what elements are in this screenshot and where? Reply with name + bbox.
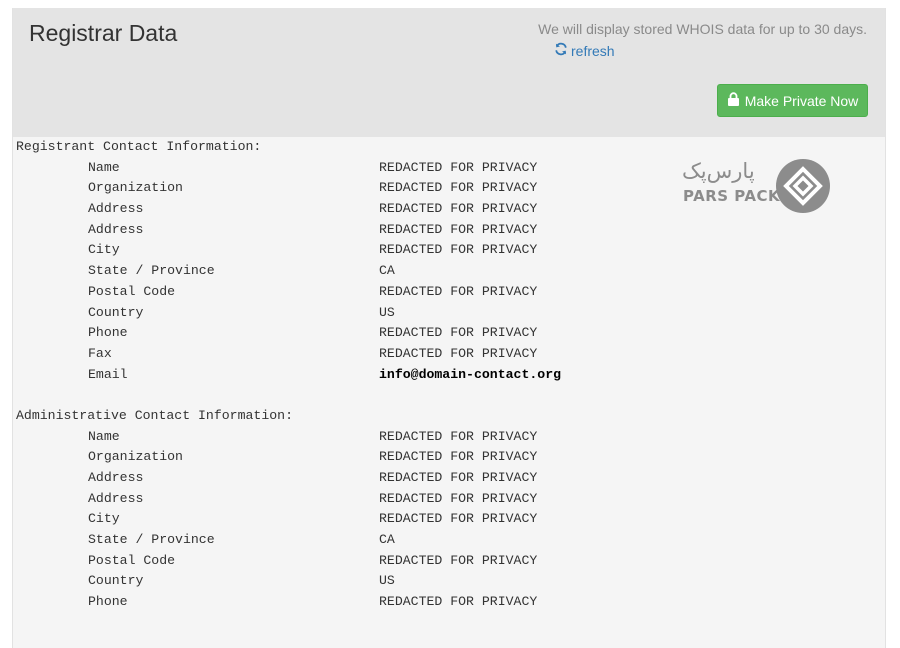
registrant-section-heading: Registrant Contact Information:: [16, 139, 262, 154]
whois-row: Country US: [16, 303, 561, 324]
field-value: REDACTED FOR PRIVACY: [379, 201, 538, 217]
field-value: CA: [379, 263, 395, 279]
pars-pack-logo: پارس‌پک PARS PACK: [670, 157, 830, 217]
field-label: State / Province: [88, 532, 215, 548]
field-label: Name: [88, 159, 120, 175]
field-label: Postal Code: [88, 552, 176, 568]
refresh-link[interactable]: refresh: [554, 42, 615, 59]
field-value: REDACTED FOR PRIVACY: [379, 511, 538, 527]
administrative-contact-list: Name REDACTED FOR PRIVACY Organization REDA…: [16, 427, 561, 613]
field-label: City: [88, 511, 120, 527]
field-value: REDACTED FOR PRIVACY: [379, 428, 538, 444]
whois-row: Address REDACTED FOR PRIVACY: [16, 199, 561, 220]
field-label: Email: [88, 366, 128, 382]
field-value: REDACTED FOR PRIVACY: [379, 490, 538, 506]
whois-row: Postal Code REDACTED FOR PRIVACY: [16, 551, 561, 572]
field-label: Organization: [88, 180, 183, 196]
field-value: REDACTED FOR PRIVACY: [379, 470, 538, 485]
whois-row: Email info@domain-contact.org: [16, 365, 561, 386]
panel-header: Registrar Data We will display stored WH…: [13, 8, 885, 137]
field-label: Country: [88, 304, 144, 320]
whois-row: Organization REDACTED FOR PRIVACY: [16, 447, 561, 468]
make-private-label: Make Private Now: [744, 92, 859, 109]
field-label: Address: [88, 201, 144, 217]
whois-row: City REDACTED FOR PRIVACY: [16, 509, 561, 530]
email-value[interactable]: info@domain-contact.org: [379, 365, 561, 386]
whois-row: Fax REDACTED FOR PRIVACY: [16, 344, 561, 365]
field-value: US: [379, 573, 395, 589]
field-label: City: [88, 242, 120, 258]
pars-pack-logo-icon: [776, 159, 830, 213]
field-value: CA: [379, 532, 395, 548]
whois-row: Address REDACTED FOR PRIVACY: [16, 220, 561, 241]
whois-row: Address REDACTED FOR PRIVACY: [16, 468, 561, 489]
field-label: Address: [88, 470, 144, 485]
field-label: Name: [88, 428, 120, 444]
field-value: REDACTED FOR PRIVACY: [379, 180, 538, 196]
field-label: Phone: [88, 594, 128, 610]
whois-row: Postal Code REDACTED FOR PRIVACY: [16, 282, 561, 303]
whois-row: Country US: [16, 571, 561, 592]
whois-row: Address REDACTED FOR PRIVACY: [16, 489, 561, 510]
whois-row: Name REDACTED FOR PRIVACY: [16, 158, 561, 179]
field-label: Address: [88, 221, 144, 237]
field-value: REDACTED FOR PRIVACY: [379, 345, 538, 361]
field-label: Organization: [88, 449, 183, 465]
refresh-icon: [554, 42, 568, 59]
field-label: Phone: [88, 325, 128, 341]
field-value: REDACTED FOR PRIVACY: [379, 594, 538, 610]
registrant-contact-list: Name REDACTED FOR PRIVACY Organization REDA…: [16, 158, 561, 386]
field-value: REDACTED FOR PRIVACY: [379, 325, 538, 341]
field-label: Address: [88, 490, 144, 506]
whois-row: State / Province CA: [16, 530, 561, 551]
page-title: Registrar Data: [29, 20, 178, 46]
logo-text-english: PARS PACK: [683, 187, 781, 205]
field-label: State / Province: [88, 263, 215, 279]
logo-text-persian: پارس‌پک: [682, 159, 755, 183]
whois-row: City REDACTED FOR PRIVACY: [16, 240, 561, 261]
field-value: REDACTED FOR PRIVACY: [379, 242, 538, 258]
whois-row: Phone REDACTED FOR PRIVACY: [16, 592, 561, 613]
field-label: Postal Code: [88, 283, 176, 299]
whois-row: State / Province CA: [16, 261, 561, 282]
field-value: REDACTED FOR PRIVACY: [379, 283, 538, 299]
field-label: Country: [88, 573, 144, 589]
field-value: REDACTED FOR PRIVACY: [379, 159, 538, 175]
whois-retention-notice: We will display stored WHOIS data for up…: [538, 21, 867, 37]
refresh-label: refresh: [571, 42, 615, 59]
make-private-button[interactable]: Make Private Now: [717, 84, 868, 117]
whois-record: Registrant Contact Information: Name REDA…: [16, 137, 561, 613]
lock-icon: [727, 92, 740, 109]
administrative-section-heading: Administrative Contact Information:: [16, 407, 293, 423]
field-value: REDACTED FOR PRIVACY: [379, 552, 538, 568]
whois-row: Name REDACTED FOR PRIVACY: [16, 427, 561, 448]
field-value: US: [379, 304, 395, 320]
whois-row: Phone REDACTED FOR PRIVACY: [16, 323, 561, 344]
field-value: REDACTED FOR PRIVACY: [379, 221, 538, 237]
field-label: Fax: [88, 345, 112, 361]
whois-row: Organization REDACTED FOR PRIVACY: [16, 178, 561, 199]
field-value: REDACTED FOR PRIVACY: [379, 449, 538, 465]
